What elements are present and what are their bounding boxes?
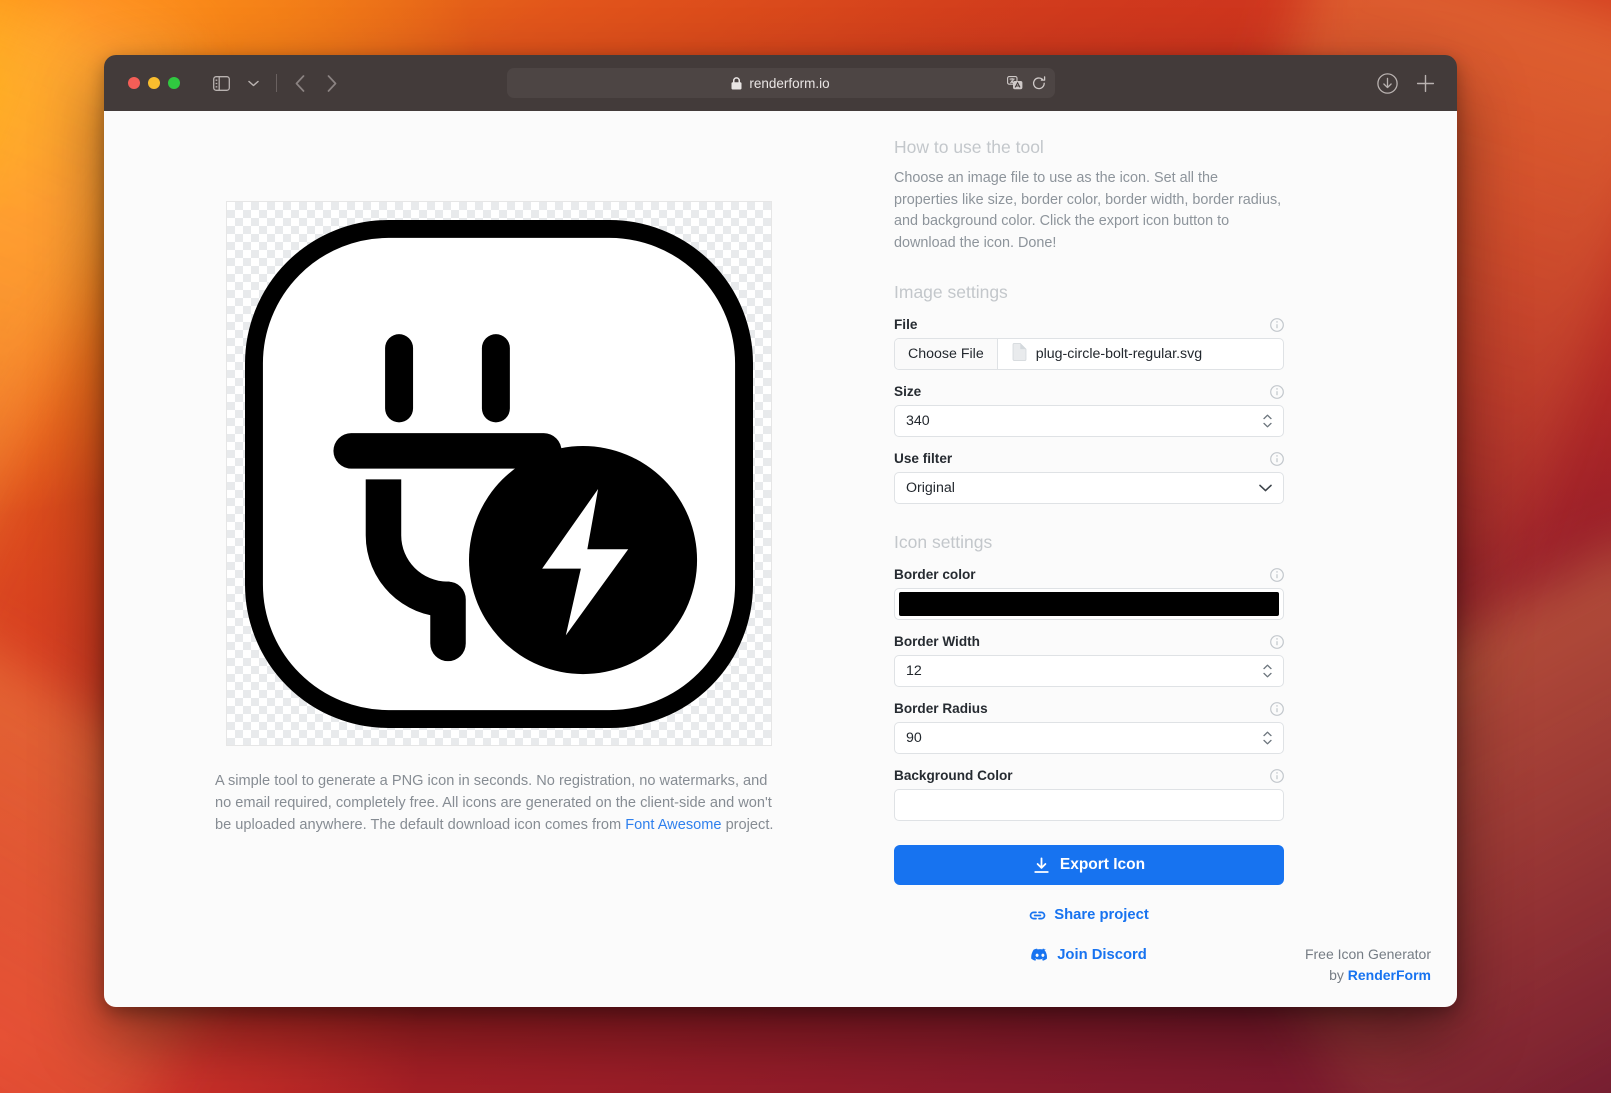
maximize-window-button[interactable] bbox=[168, 77, 180, 89]
reload-icon[interactable] bbox=[1032, 75, 1046, 91]
footer-credit: Free Icon Generator by RenderForm bbox=[1305, 944, 1431, 985]
file-input[interactable]: Choose File plug-circle-bolt-regular.svg bbox=[894, 338, 1284, 371]
choose-file-button[interactable]: Choose File bbox=[895, 339, 998, 370]
border-width-stepper[interactable] bbox=[1263, 664, 1272, 678]
translate-icon[interactable] bbox=[1006, 76, 1023, 90]
downloads-icon[interactable] bbox=[1377, 72, 1398, 94]
filter-field: Use filter Original bbox=[894, 451, 1284, 505]
how-to-text: Choose an image file to use as the icon.… bbox=[894, 170, 1282, 251]
join-discord-label: Join Discord bbox=[1057, 947, 1147, 964]
info-icon[interactable] bbox=[1270, 769, 1284, 783]
icon-settings-heading: Icon settings bbox=[894, 532, 993, 553]
border-width-field: Border Width 12 bbox=[894, 634, 1284, 688]
background-color-picker[interactable] bbox=[894, 789, 1284, 822]
size-field: Size 340 bbox=[894, 384, 1284, 438]
image-settings-heading: Image settings bbox=[894, 282, 1008, 303]
browser-window: renderform.io A simple tool to generate … bbox=[104, 55, 1457, 1007]
file-name-text: plug-circle-bolt-regular.svg bbox=[1035, 346, 1203, 363]
font-awesome-link[interactable]: Font Awesome bbox=[625, 817, 721, 833]
filter-value: Original bbox=[906, 480, 955, 497]
info-icon[interactable] bbox=[1270, 385, 1284, 399]
sidebar-dropdown-icon[interactable] bbox=[238, 69, 268, 97]
renderform-link[interactable]: RenderForm bbox=[1348, 967, 1431, 983]
info-icon[interactable] bbox=[1270, 568, 1284, 582]
document-icon bbox=[1012, 343, 1027, 365]
border-width-label: Border Width bbox=[894, 634, 980, 650]
forward-button[interactable] bbox=[317, 69, 347, 97]
preview-description: A simple tool to generate a PNG icon in … bbox=[215, 770, 783, 837]
generated-icon-art bbox=[245, 219, 753, 728]
border-width-input[interactable]: 12 bbox=[894, 655, 1284, 688]
url-text: renderform.io bbox=[749, 75, 830, 91]
info-icon[interactable] bbox=[1270, 702, 1284, 716]
browser-toolbar: renderform.io bbox=[104, 55, 1457, 111]
page-content: A simple tool to generate a PNG icon in … bbox=[104, 111, 1457, 1007]
border-radius-stepper[interactable] bbox=[1263, 731, 1272, 745]
size-stepper[interactable] bbox=[1263, 414, 1272, 428]
chevron-down-icon[interactable] bbox=[1259, 480, 1272, 496]
border-radius-input[interactable]: 90 bbox=[894, 722, 1284, 755]
icon-preview-pane: A simple tool to generate a PNG icon in … bbox=[104, 111, 894, 1007]
border-color-field: Border color bbox=[894, 567, 1284, 621]
how-to-heading: How to use the tool bbox=[894, 137, 1044, 157]
background-color-field: Background Color bbox=[894, 768, 1284, 822]
size-input[interactable]: 340 bbox=[894, 405, 1284, 438]
export-icon-button[interactable]: Export Icon bbox=[894, 845, 1284, 886]
info-icon[interactable] bbox=[1270, 318, 1284, 332]
info-icon[interactable] bbox=[1270, 635, 1284, 649]
border-radius-value: 90 bbox=[906, 730, 922, 747]
background-color-swatch[interactable] bbox=[899, 793, 1279, 818]
border-radius-label: Border Radius bbox=[894, 701, 988, 717]
download-icon bbox=[1033, 857, 1050, 874]
border-color-swatch[interactable] bbox=[899, 592, 1279, 617]
window-controls bbox=[128, 77, 180, 89]
background-color-label: Background Color bbox=[894, 768, 1013, 784]
export-icon-label: Export Icon bbox=[1059, 856, 1146, 874]
footer-line1: Free Icon Generator bbox=[1304, 946, 1431, 963]
file-field: File Choose File plug-circle-bolt-regula… bbox=[894, 317, 1284, 371]
description-part2: project. bbox=[721, 817, 774, 834]
border-color-label: Border color bbox=[894, 567, 976, 583]
footer-by-text: by bbox=[1329, 966, 1348, 983]
share-project-link[interactable]: Share project bbox=[894, 907, 1284, 923]
address-bar[interactable]: renderform.io bbox=[506, 68, 1055, 98]
sidebar-toggle-icon[interactable] bbox=[206, 69, 236, 97]
settings-panel: How to use the tool Choose an image file… bbox=[894, 111, 1314, 1007]
share-project-label: Share project bbox=[1054, 907, 1149, 924]
back-button[interactable] bbox=[285, 69, 315, 97]
border-color-picker[interactable] bbox=[894, 588, 1284, 621]
border-radius-field: Border Radius 90 bbox=[894, 701, 1284, 755]
discord-icon bbox=[1031, 948, 1049, 962]
icon-preview-canvas[interactable] bbox=[226, 201, 772, 746]
footer-line2: by RenderForm bbox=[1305, 965, 1431, 985]
new-tab-button[interactable] bbox=[1416, 74, 1435, 93]
size-value: 340 bbox=[906, 413, 930, 430]
link-icon bbox=[1029, 909, 1046, 922]
filter-label: Use filter bbox=[894, 451, 953, 467]
filter-select[interactable]: Original bbox=[894, 472, 1284, 505]
lock-icon bbox=[731, 76, 742, 90]
border-width-value: 12 bbox=[906, 663, 922, 680]
minimize-window-button[interactable] bbox=[148, 77, 160, 89]
size-label: Size bbox=[894, 384, 922, 400]
file-label: File bbox=[894, 317, 918, 333]
join-discord-link[interactable]: Join Discord bbox=[894, 947, 1284, 963]
info-icon[interactable] bbox=[1270, 452, 1284, 466]
close-window-button[interactable] bbox=[128, 77, 140, 89]
